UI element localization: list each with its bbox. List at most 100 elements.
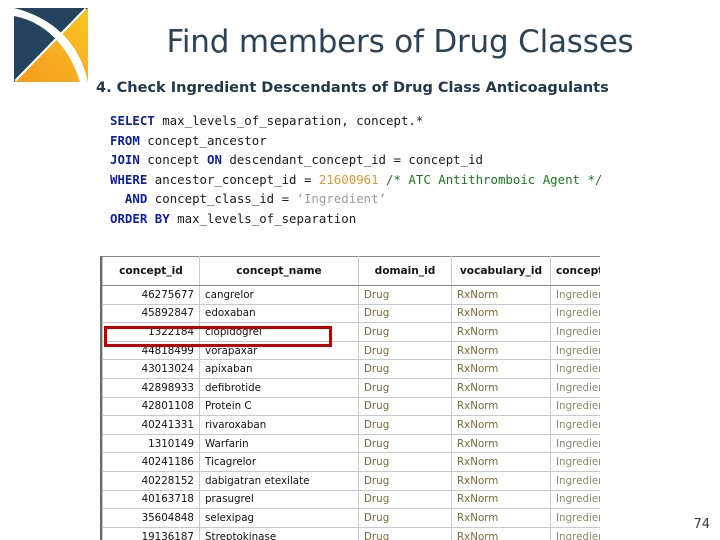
cell-concept_name: rivaroxaban (199, 415, 359, 435)
cell-concept_id: 45892847 (102, 303, 200, 324)
cell-concept_name: vorapaxar (199, 340, 359, 361)
sql-token-kw: ORDER BY (110, 210, 170, 226)
cell-vocabulary_id: RxNorm (451, 508, 551, 528)
table-row[interactable]: 40241186TicagrelorDrugRxNormIngredient (102, 452, 600, 472)
sql-token-pl: descendant_concept_id = concept_id (221, 152, 483, 168)
cell-concept_class_id: Ingredient (550, 377, 600, 398)
cell-concept_id: 44818499 (102, 340, 200, 361)
table-row[interactable]: 43013024apixabanDrugRxNormIngredient (102, 359, 600, 379)
cell-concept_id: 43013024 (102, 359, 200, 379)
cell-concept_class_id: Ingredient (550, 415, 600, 435)
sql-line-5: AND concept_class_id = ‘Ingredient’ (110, 189, 602, 209)
sql-line-3: JOIN concept ON descendant_concept_id = … (110, 150, 602, 170)
cell-concept_class_id: Ingredient (550, 489, 600, 510)
query-result-panel: concept_id concept_name domain_id vocabu… (100, 256, 600, 540)
cell-concept_class_id: Ingredient (550, 452, 600, 472)
sql-token-pl: concept_ancestor (139, 132, 267, 148)
sql-token-pl: max_levels_of_separation, concept.* (154, 113, 424, 128)
cell-domain_id: Drug (358, 303, 452, 324)
cell-concept_name: clopidogrel (199, 322, 359, 342)
page-number: 74 (693, 517, 710, 532)
table-row[interactable]: 44818499vorapaxarDrugRxNormIngredient (102, 340, 600, 361)
cell-concept_id: 35604848 (102, 508, 200, 528)
sql-token-pl: concept (139, 152, 207, 168)
table-header: concept_id concept_name domain_id vocabu… (102, 256, 600, 286)
cell-vocabulary_id: RxNorm (451, 396, 551, 417)
cell-concept_id: 40163718 (102, 489, 200, 510)
sql-token-kw: JOIN (110, 152, 140, 168)
cell-vocabulary_id: RxNorm (451, 377, 551, 398)
table-row[interactable]: 1310149WarfarinDrugRxNormIngredient (102, 433, 600, 454)
sql-token-kw: SELECT (110, 113, 155, 128)
cell-domain_id: Drug (358, 433, 452, 454)
cell-concept_name: defibrotide (199, 377, 359, 398)
cell-concept_name: dabigatran etexilate (199, 470, 359, 491)
cell-domain_id: Drug (358, 415, 452, 435)
sql-code-block: SELECT max_levels_of_separation, concept… (110, 111, 602, 229)
cell-vocabulary_id: RxNorm (451, 526, 551, 540)
cell-concept_id: 42801108 (102, 396, 200, 417)
sql-line-1: SELECT max_levels_of_separation, concept… (110, 111, 602, 131)
cell-concept_class_id: Ingredient (550, 322, 600, 342)
cell-concept_class_id: Ingredient (550, 526, 600, 540)
table-row[interactable]: 19136187StreptokinaseDrugRxNormIngredien… (102, 526, 600, 540)
cell-concept_name: Warfarin (199, 433, 359, 454)
cell-concept_class_id: Ingredient (550, 396, 600, 417)
cell-concept_name: apixaban (199, 359, 359, 379)
cell-concept_class_id: Ingredient (550, 340, 600, 361)
sql-token-num: 21600961 (318, 171, 379, 187)
table-row[interactable]: 46275677cangrelorDrugRxNormIngredient (102, 285, 600, 305)
table-row[interactable]: 35604848selexipagDrugRxNormIngredient (102, 508, 600, 528)
sql-token-kw: ON (206, 152, 222, 168)
table-header-row: concept_id concept_name domain_id vocabu… (102, 256, 600, 286)
cell-vocabulary_id: RxNorm (451, 359, 551, 379)
column-header-concept-name: concept_name (199, 256, 359, 286)
cell-concept_id: 1310149 (102, 433, 200, 454)
column-header-domain-id: domain_id (358, 256, 452, 286)
cell-domain_id: Drug (358, 359, 452, 379)
column-header-concept-id: concept_id (102, 256, 200, 286)
ohdsi-logo (8, 4, 92, 88)
cell-concept_class_id: Ingredient (550, 433, 600, 454)
sql-token-kw: AND (110, 191, 148, 207)
cell-domain_id: Drug (358, 322, 452, 342)
table-row[interactable]: 45892847edoxabanDrugRxNormIngredient (102, 303, 600, 324)
table-row[interactable]: 40163718prasugrelDrugRxNormIngredient (102, 489, 600, 510)
cell-vocabulary_id: RxNorm (451, 433, 551, 454)
sql-token-pl (379, 172, 386, 187)
sql-token-kw: WHERE (110, 171, 148, 187)
cell-concept_class_id: Ingredient (550, 470, 600, 491)
cell-vocabulary_id: RxNorm (451, 452, 551, 472)
cell-domain_id: Drug (358, 526, 452, 540)
cell-concept_id: 19136187 (102, 526, 200, 540)
cell-domain_id: Drug (358, 489, 452, 510)
logo-graphic (14, 7, 88, 82)
cell-vocabulary_id: RxNorm (451, 470, 551, 491)
cell-domain_id: Drug (358, 508, 452, 528)
cell-concept_name: Streptokinase (199, 526, 359, 540)
table-row[interactable]: 40228152 dabigatran etexilate Drug RxNorm In… (102, 470, 600, 491)
sql-line-2: FROM concept_ancestor (110, 131, 602, 151)
cell-vocabulary_id: RxNorm (451, 489, 551, 510)
table-body: 46275677cangrelorDrugRxNormIngredient458… (102, 285, 600, 540)
cell-domain_id: Drug (358, 377, 452, 398)
cell-concept_name: selexipag (199, 508, 359, 528)
cell-domain_id: Drug (358, 470, 452, 491)
table-row[interactable]: 1322184clopidogrelDrugRxNormIngredient (102, 322, 600, 342)
cell-domain_id: Drug (358, 396, 452, 417)
cell-concept_id: 46275677 (102, 285, 200, 305)
cell-concept_name: edoxaban (199, 303, 359, 324)
table-row[interactable]: 42898933defibrotideDrugRxNormIngredient (102, 377, 600, 398)
sql-line-4: WHERE ancestor_concept_id = 21600961 /* … (110, 170, 602, 190)
cell-concept_name: Protein C (199, 396, 359, 417)
table-row[interactable]: 42801108Protein CDrugRxNormIngredient (102, 396, 600, 417)
cell-domain_id: Drug (358, 285, 452, 305)
query-result-table: concept_id concept_name domain_id vocabu… (102, 256, 600, 540)
sql-token-pl: ancestor_concept_id = (147, 171, 319, 187)
cell-domain_id: Drug (358, 452, 452, 472)
table-row[interactable]: 40241331rivaroxabanDrugRxNormIngredient (102, 415, 600, 435)
cell-concept_name: cangrelor (199, 285, 359, 305)
cell-concept_class_id: Ingredient (550, 359, 600, 379)
cell-concept_id: 40228152 (102, 470, 200, 491)
cell-vocabulary_id: RxNorm (451, 415, 551, 435)
